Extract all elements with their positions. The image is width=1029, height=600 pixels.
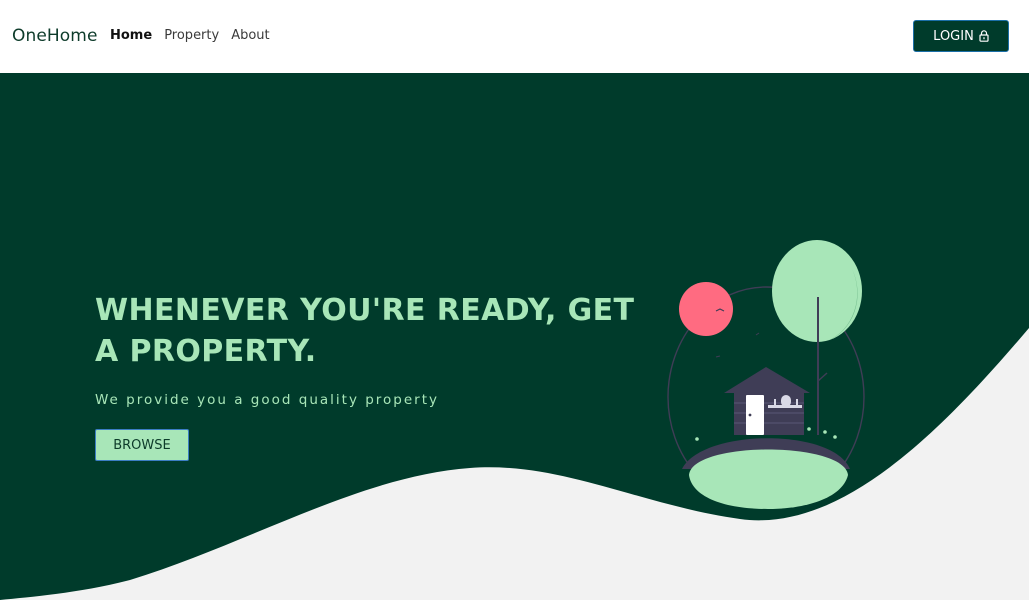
login-button[interactable]: LOGIN [913,20,1009,52]
house-on-hill-illustration [667,240,865,509]
hero-section: WHENEVER YOU'RE READY, GET A PROPERTY. W… [0,73,1029,600]
browse-button[interactable]: BROWSE [95,429,189,461]
brand-logo[interactable]: OneHome [12,26,98,46]
hero-headline: WHENEVER YOU'RE READY, GET A PROPERTY. [95,293,635,369]
nav-link-about[interactable]: About [231,28,269,43]
nav-link-property[interactable]: Property [164,28,219,43]
nav-links: Home Property About [110,28,270,43]
nav-link-home[interactable]: Home [110,28,152,43]
lock-icon [979,30,989,42]
navbar: OneHome Home Property About LOGIN [0,0,1029,73]
hero-subtitle: We provide you a good quality property [95,392,440,408]
login-button-label: LOGIN [933,28,974,44]
